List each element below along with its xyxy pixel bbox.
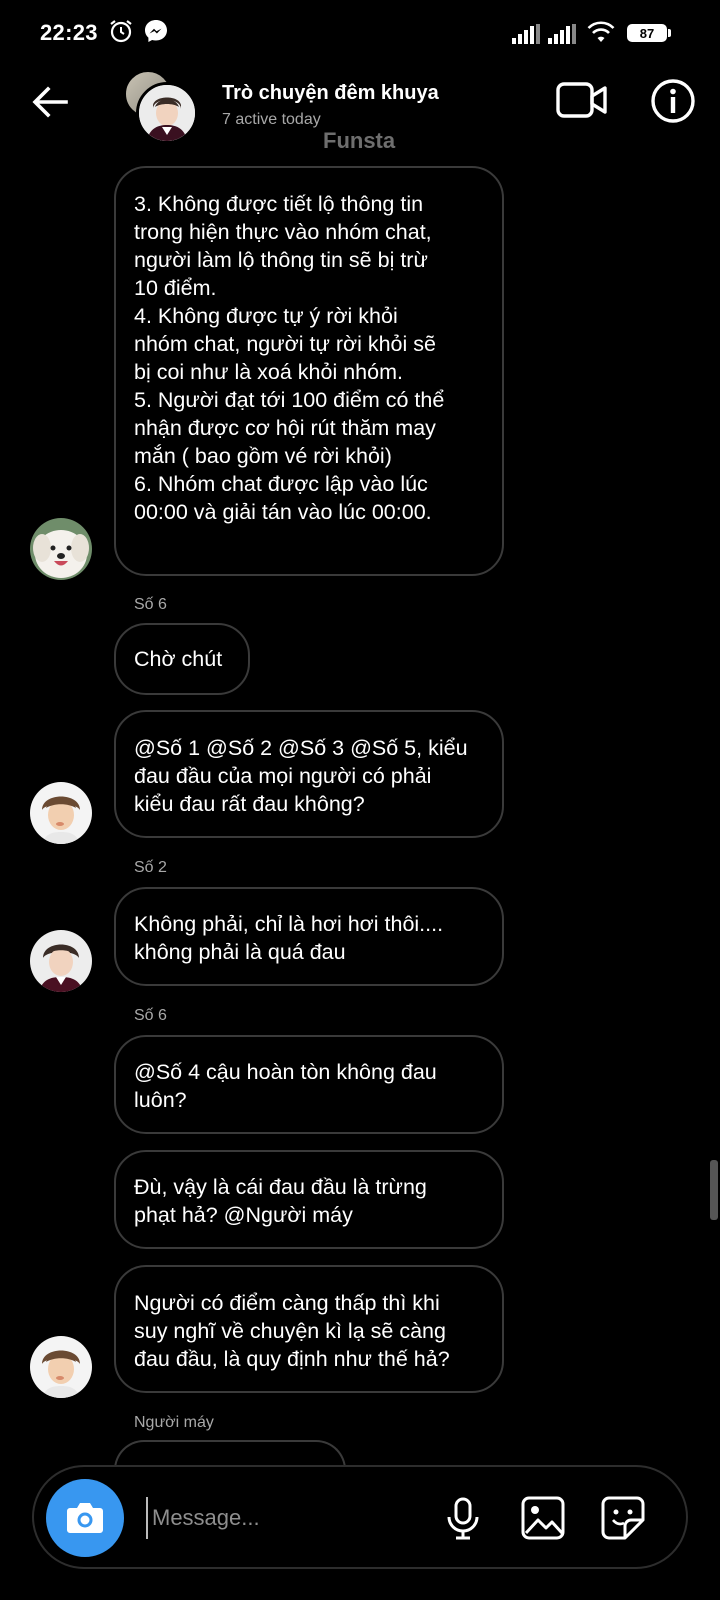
message-text: Không phải, chỉ là hơi hơi thôi.... khôn… (134, 912, 444, 964)
video-call-icon[interactable] (556, 78, 608, 122)
message-text: Đù, vậy là cái đau đầu là trừng phạt hả?… (134, 1175, 427, 1227)
message-text: 3. Không được tiết lộ thông tin trong hi… (134, 192, 445, 524)
message-bubble[interactable]: @Số 4 cậu hoàn tòn không đau luôn? (114, 1035, 504, 1134)
message-text: Chờ chút (134, 647, 223, 671)
battery-level: 87 (639, 26, 655, 41)
message-text: Người có điểm càng thấp thì khi suy nghĩ… (134, 1291, 450, 1371)
wifi-icon (587, 21, 615, 42)
avatar-member[interactable] (30, 782, 92, 844)
message-bubble[interactable]: Không phải, chỉ là hơi hơi thôi.... khôn… (114, 887, 504, 986)
message-bubble[interactable]: Người có điểm càng thấp thì khi suy nghĩ… (114, 1265, 504, 1393)
message-text: @Số 1 @Số 2 @Số 3 @Số 5, kiểu đau đầu củ… (134, 736, 468, 816)
sender-name: Số 6 (134, 596, 167, 613)
sender-name: Người máy (134, 1414, 214, 1431)
avatar-member[interactable] (30, 1336, 92, 1398)
camera-icon (67, 1503, 103, 1533)
sticker-icon[interactable] (600, 1495, 646, 1541)
gallery-icon[interactable] (520, 1495, 566, 1541)
messenger-icon (145, 20, 167, 42)
battery-tip (668, 29, 671, 37)
sender-name: Số 2 (134, 859, 167, 876)
group-avatar[interactable] (124, 70, 198, 144)
scrollbar-thumb[interactable] (710, 1160, 718, 1220)
camera-button[interactable] (46, 1479, 124, 1557)
status-time: 22:23 (40, 20, 98, 45)
active-status: 7 active today (222, 111, 321, 128)
info-icon[interactable] (650, 78, 696, 124)
alarm-icon (110, 20, 132, 43)
battery-indicator: 87 (627, 24, 667, 42)
chat-title[interactable]: Trò chuyện đêm khuya (222, 82, 439, 105)
back-arrow-icon[interactable] (30, 82, 70, 122)
member-avatar-front (136, 82, 198, 144)
avatar-member[interactable] (30, 930, 92, 992)
message-bubble[interactable]: Chờ chút (114, 623, 250, 695)
avatar-dog[interactable] (30, 518, 92, 580)
sender-name: Số 6 (134, 1007, 167, 1024)
message-bubble[interactable]: Đù, vậy là cái đau đầu là trừng phạt hả?… (114, 1150, 504, 1249)
message-bubble[interactable]: 3. Không được tiết lộ thông tin trong hi… (114, 166, 504, 576)
message-composer (32, 1465, 688, 1569)
microphone-icon[interactable] (440, 1495, 486, 1541)
signal-icon (512, 24, 540, 44)
watermark: Funsta (323, 128, 396, 153)
message-bubble[interactable]: @Số 1 @Số 2 @Số 3 @Số 5, kiểu đau đầu củ… (114, 710, 504, 838)
message-text: @Số 4 cậu hoàn tòn không đau luôn? (134, 1060, 437, 1112)
message-input[interactable] (146, 1497, 434, 1539)
signal-icon-2 (548, 24, 576, 44)
